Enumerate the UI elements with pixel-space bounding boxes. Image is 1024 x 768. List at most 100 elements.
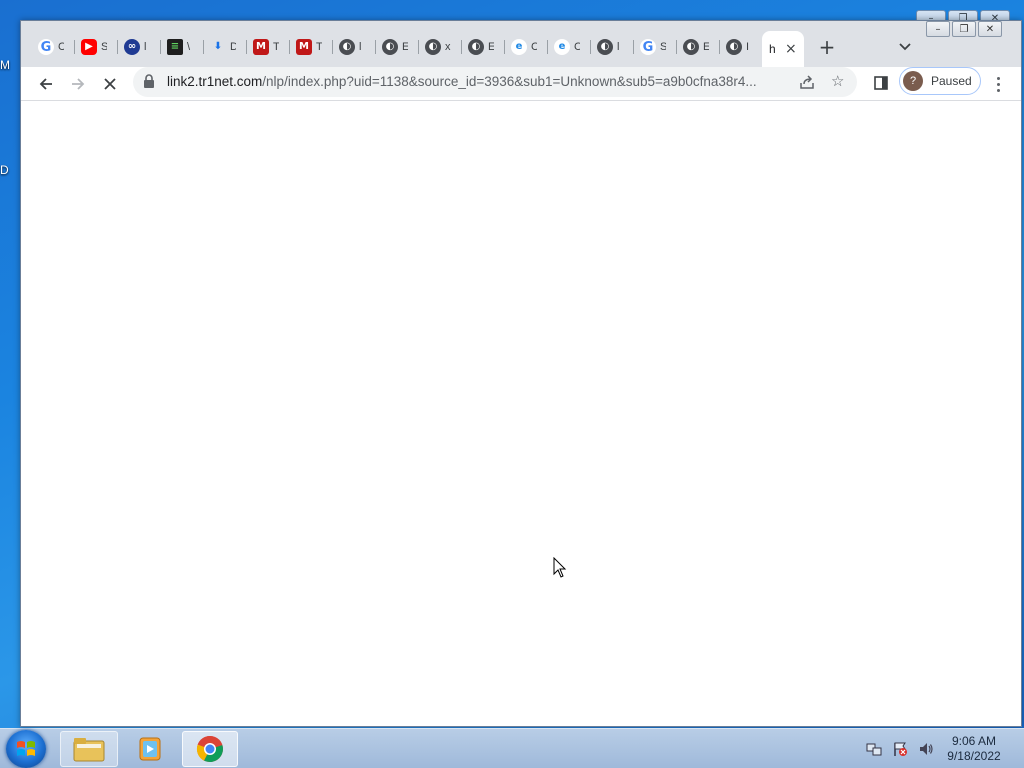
tab[interactable]: ◐ E (677, 33, 719, 61)
chevron-down-icon (899, 43, 911, 51)
globe-icon: ◐ (726, 39, 742, 55)
tab-title: l (617, 41, 620, 53)
tab-title: D (230, 41, 236, 53)
avatar: ? (903, 71, 923, 91)
tab[interactable]: GS (634, 33, 676, 61)
browser-toolbar: link2.tr1net.com/nlp/index.php?uid=1138&… (21, 67, 1021, 101)
back-arrow-icon (39, 78, 52, 90)
tab-separator (461, 40, 462, 54)
clock-date: 9/18/2022 (947, 749, 1001, 763)
tab-title: S (101, 41, 107, 53)
profile-button[interactable]: ? Paused (899, 67, 981, 95)
tab-title: E (402, 41, 408, 53)
share-icon[interactable] (799, 74, 815, 90)
tab[interactable]: MT (290, 33, 332, 61)
url-host: link2.tr1net.com (167, 74, 263, 89)
desktop-icon-label[interactable]: M (0, 58, 14, 72)
network-icon[interactable] (866, 741, 882, 757)
tab[interactable]: ◐ l (333, 33, 375, 61)
volume-icon[interactable] (918, 741, 934, 757)
tab-separator (676, 40, 677, 54)
globe-icon: ◐ (339, 39, 355, 55)
media-player-icon (139, 737, 161, 761)
tab-separator (719, 40, 720, 54)
blue-e-icon: e (511, 39, 527, 55)
tab-title: C (531, 41, 537, 53)
tab-separator (203, 40, 204, 54)
tab[interactable]: ▶ S (75, 33, 117, 61)
google-icon: G (640, 39, 656, 55)
taskbar-explorer-button[interactable] (60, 731, 118, 767)
tab[interactable]: eC (505, 33, 547, 61)
tab-title: C (574, 41, 580, 53)
tab-separator (633, 40, 634, 54)
browser-window: G C ▶ S ∞ l ≡ \ ⬇ D M T M T ◐ l ◐ E ◐ x ◐ Ee Ce C ◐ l G S ◐ E ◐ I h × +… (20, 20, 1022, 727)
tab[interactable]: GC (32, 33, 74, 61)
globe-icon: ◐ (683, 39, 699, 55)
tab-title: C (58, 41, 64, 53)
globe-icon: ◐ (468, 39, 484, 55)
stop-x-icon (104, 78, 116, 90)
tab-title: T (273, 41, 279, 53)
close-tab-icon[interactable]: × (785, 42, 797, 56)
clock-time: 9:06 AM (951, 734, 997, 748)
menu-kebab-icon[interactable] (987, 70, 1009, 98)
action-center-flag-icon[interactable] (892, 741, 908, 757)
tab-title: h (769, 42, 776, 56)
tab-separator (418, 40, 419, 54)
tab[interactable]: MT (247, 33, 289, 61)
profile-status: Paused (931, 74, 972, 88)
desktop-icon-label[interactable]: D (0, 163, 14, 177)
bookmark-star-icon[interactable]: ☆ (831, 72, 844, 90)
windows-logo-icon (17, 741, 35, 756)
mcafee-icon: M (253, 39, 269, 55)
lock-icon[interactable] (143, 74, 155, 89)
tab[interactable]: ◐ I (720, 33, 762, 61)
tab-separator (117, 40, 118, 54)
tab[interactable]: ◐ E (376, 33, 418, 61)
tab-separator (74, 40, 75, 54)
new-tab-button[interactable]: + (815, 35, 839, 59)
taskbar-media-player-button[interactable] (124, 731, 176, 767)
restore-button[interactable]: ❐ (952, 21, 976, 37)
tab-separator (160, 40, 161, 54)
system-tray (866, 741, 934, 757)
tab[interactable]: ⬇ D (204, 33, 246, 61)
back-button[interactable] (32, 70, 60, 98)
tab-separator (547, 40, 548, 54)
tab[interactable]: ≡ \ (161, 33, 203, 61)
stop-loading-button[interactable] (96, 70, 124, 98)
close-button[interactable]: ✕ (978, 21, 1002, 37)
blue-e-icon: e (554, 39, 570, 55)
page-content[interactable] (21, 101, 1021, 726)
window-controls: – ❐ ✕ (926, 21, 1002, 37)
taskbar-chrome-button[interactable] (182, 731, 238, 767)
tab-search-button[interactable] (893, 35, 917, 59)
tab-active[interactable]: h × (762, 31, 804, 67)
tab-title: x (445, 41, 451, 53)
minimize-button[interactable]: – (926, 21, 950, 37)
start-button[interactable] (6, 730, 46, 768)
address-bar[interactable]: link2.tr1net.com/nlp/index.php?uid=1138&… (133, 67, 857, 97)
youtube-icon: ▶ (81, 39, 97, 55)
tab[interactable]: ◐ E (462, 33, 504, 61)
tab[interactable]: ◐ l (591, 33, 633, 61)
forward-button[interactable] (64, 70, 92, 98)
tab[interactable]: ∞ l (118, 33, 160, 61)
cluster-icon: ∞ (124, 39, 140, 55)
tab[interactable]: ◐ x (419, 33, 461, 61)
tab-strip: G C ▶ S ∞ l ≡ \ ⬇ D M T M T ◐ l ◐ E ◐ x ◐ Ee Ce C ◐ l G S ◐ E ◐ I h × +… (21, 21, 1021, 67)
tab-separator (504, 40, 505, 54)
tab-separator (289, 40, 290, 54)
tab-separator (590, 40, 591, 54)
tab[interactable]: eC (548, 33, 590, 61)
tab-title: \ (187, 41, 191, 53)
tab-title: I (746, 41, 750, 53)
tab-title: l (359, 41, 362, 53)
url-text[interactable]: link2.tr1net.com/nlp/index.php?uid=1138&… (167, 74, 787, 89)
taskbar-clock[interactable]: 9:06 AM 9/18/2022 (936, 734, 1012, 764)
tab-separator (375, 40, 376, 54)
globe-icon: ◐ (597, 39, 613, 55)
mouse-cursor-icon (553, 557, 567, 578)
side-panel-icon[interactable] (873, 75, 889, 91)
